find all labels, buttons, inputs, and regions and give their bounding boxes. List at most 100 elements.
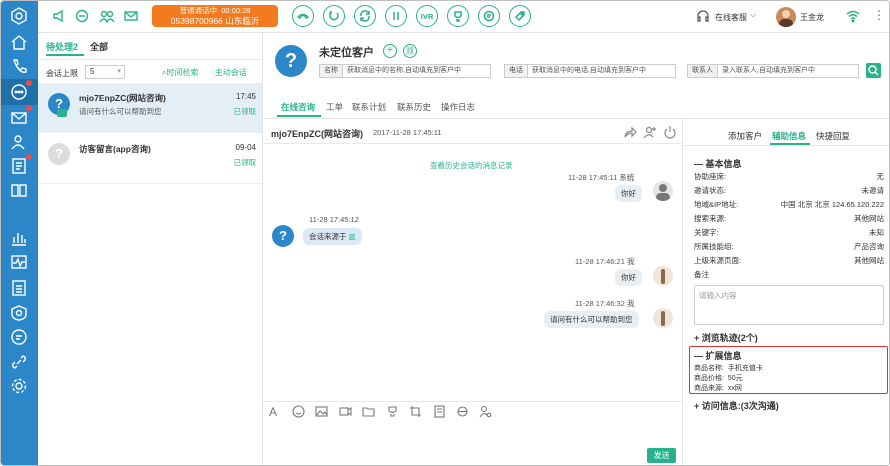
note-textarea[interactable]: 请输入内容 <box>694 285 884 325</box>
browse-trail-header[interactable]: + 浏览轨迹(2个) <box>694 331 758 344</box>
tab-quick-reply[interactable]: 快捷回复 <box>816 130 850 142</box>
group-icon[interactable] <box>99 9 115 25</box>
tag-button[interactable] <box>509 5 531 27</box>
user-name: 王金龙 <box>800 13 824 22</box>
monitor-icon[interactable] <box>10 253 28 271</box>
hold-button[interactable] <box>323 5 345 27</box>
avatar[interactable] <box>776 7 796 27</box>
rating-icon[interactable] <box>386 405 399 420</box>
user-search-icon[interactable] <box>479 405 492 420</box>
ext-label: 商品价格: <box>694 375 724 382</box>
history-icon[interactable] <box>433 405 446 420</box>
proactive-session-link[interactable]: ◌主动会话 <box>210 67 247 78</box>
search-button[interactable] <box>866 63 881 78</box>
agent-status[interactable]: 在线客服 <box>715 12 747 23</box>
font-icon[interactable]: A <box>269 405 277 419</box>
settings-icon[interactable] <box>10 377 28 395</box>
invite-icon[interactable] <box>643 125 657 141</box>
add-customer-button[interactable]: + <box>383 44 397 58</box>
share-icon[interactable] <box>623 125 637 141</box>
ivr-button[interactable]: IVR <box>416 5 438 27</box>
link-customer-button[interactable]: ⛓ <box>403 44 417 58</box>
tab-underline <box>277 115 321 117</box>
message-icon[interactable] <box>10 328 28 346</box>
chevron-down-icon[interactable]: ⌵ <box>750 10 756 20</box>
tab-add-customer[interactable]: 添加客户 <box>728 130 762 142</box>
tab-operation-log[interactable]: 操作日志 <box>441 101 475 113</box>
phone-placeholder: 获取消息中的电话,自动填充到客户中 <box>532 67 646 74</box>
chat-icon[interactable] <box>10 83 28 101</box>
contacts-icon[interactable] <box>10 133 28 151</box>
divider <box>684 145 889 146</box>
name-field[interactable]: 名称 获取消息中的名称,自动填充到客户中 <box>319 64 491 78</box>
tab-pending[interactable]: 待处理2 <box>46 40 78 53</box>
contact-placeholder: 录入联系人,自动填充到客户中 <box>722 67 815 74</box>
home-icon[interactable] <box>10 33 28 51</box>
more-icon[interactable]: ⋮ <box>873 8 885 22</box>
phone-field[interactable]: 电话 获取消息中的电话,自动填充到客户中 <box>504 64 676 78</box>
mail-icon[interactable] <box>10 109 28 127</box>
conversation-preview: 请问有什么可以帮助到您 <box>79 107 162 116</box>
time-search-link[interactable]: ⌕时间检索 <box>162 67 198 78</box>
divider <box>263 401 683 402</box>
browser-icon[interactable] <box>456 405 469 420</box>
session-limit-select[interactable]: 5 ▾ <box>85 65 125 79</box>
ext-value: xx网 <box>727 385 742 392</box>
send-button[interactable]: 发送 <box>647 448 676 463</box>
ticket-icon[interactable] <box>10 157 28 175</box>
chat-date: 2017-11-28 17:45:11 <box>373 128 442 137</box>
transfer-button[interactable] <box>354 5 376 27</box>
ext-label: 商品来源: <box>694 385 724 392</box>
tab-contact-plan[interactable]: 联系计划 <box>352 101 386 113</box>
tab-all[interactable]: 全部 <box>90 40 108 53</box>
history-link[interactable]: 查看历史会话的消息记录 <box>430 160 513 171</box>
message-bubble: 请问有什么可以帮助到您 <box>544 311 639 328</box>
basic-info-header[interactable]: — 基本信息 <box>694 157 742 170</box>
info-label: 关键字: <box>694 228 719 237</box>
info-value: 未邀请 <box>861 186 885 195</box>
list-item[interactable]: ? mjo7EnpZC(网站咨询) 17:45 请问有什么可以帮助到您 已领取 <box>38 83 262 133</box>
mail-top-icon[interactable] <box>124 9 138 25</box>
phone-icon[interactable] <box>10 58 28 76</box>
name-label: 名称 <box>320 65 343 77</box>
tab-online-consult[interactable]: 在线咨询 <box>281 101 315 113</box>
knowledge-icon[interactable] <box>10 181 28 199</box>
info-row: 搜索来源: 其他网站 <box>694 213 884 225</box>
emoji-icon[interactable] <box>292 405 305 420</box>
info-row: 地域&IP地址: 中国 北京 北京 124.65.120.222 <box>694 199 884 211</box>
satisfaction-button[interactable] <box>447 5 469 27</box>
broadcast-icon[interactable] <box>52 9 66 25</box>
info-panel: 添加客户 辅助信息 快捷回复 — 基本信息 协助座席: 无 邀请状态: 未邀请 地域… <box>684 119 889 465</box>
message-bubble: 你好 <box>615 269 642 286</box>
hangup-button[interactable] <box>292 5 314 27</box>
document-icon[interactable] <box>10 279 28 297</box>
image-icon[interactable] <box>315 405 328 420</box>
app-window: 普通通话中 00:00:28 05398700966 山东临沂 IVR 在线客服 <box>0 0 890 466</box>
ticket-unread-dot <box>26 154 32 160</box>
info-value: 未知 <box>869 228 884 237</box>
pause-button[interactable] <box>385 5 407 27</box>
tab-assist-info[interactable]: 辅助信息 <box>772 130 806 142</box>
video-icon[interactable] <box>339 405 352 420</box>
contact-field[interactable]: 联系人 录入联系人,自动填充到客户中 <box>687 64 859 78</box>
screenshot-icon[interactable] <box>409 405 422 420</box>
info-label: 上级来源页面: <box>694 256 742 265</box>
tab-contact-history[interactable]: 联系历史 <box>397 101 431 113</box>
wifi-icon <box>846 9 860 25</box>
message-bubble: 会话来源于 ▥ <box>303 228 362 245</box>
tab-ticket[interactable]: 工单 <box>326 101 343 113</box>
chat-panel: mjo7EnpZC(网站咨询) 2017-11-28 17:45:11 查看历史… <box>263 119 683 465</box>
sms-button[interactable] <box>478 5 500 27</box>
left-nav <box>1 1 38 465</box>
folder-icon[interactable] <box>362 405 375 420</box>
call-phone: 05398700966 <box>170 16 223 26</box>
chat-bubbles-icon[interactable] <box>75 9 89 25</box>
list-item[interactable]: ? 访客留言(app咨询) 09-04 已领取 <box>38 134 262 184</box>
link-icon[interactable] <box>10 353 28 371</box>
power-icon[interactable] <box>663 125 677 141</box>
quality-icon[interactable] <box>10 304 28 322</box>
visit-info-header[interactable]: + 访问信息:(3次沟通) <box>694 399 779 412</box>
ext-info-header[interactable]: — 扩展信息 <box>694 349 742 362</box>
report-icon[interactable] <box>10 229 28 247</box>
message-time: 11-28 17:46:32 我 <box>575 299 635 308</box>
